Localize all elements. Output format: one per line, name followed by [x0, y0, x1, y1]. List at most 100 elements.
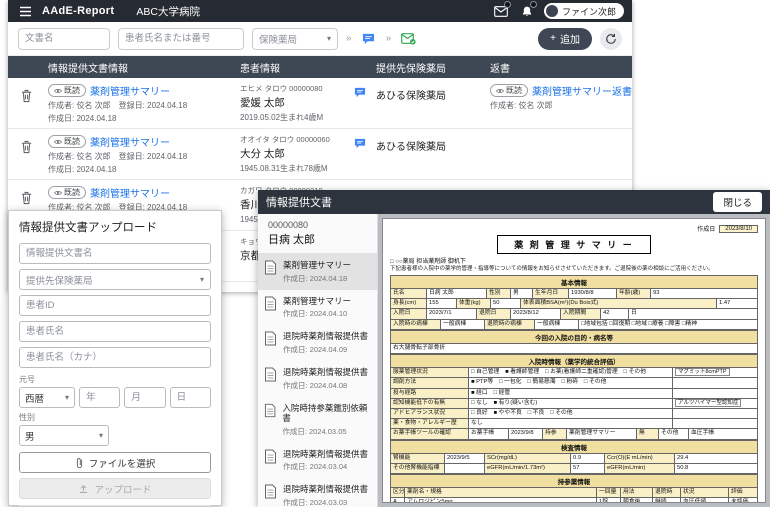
refresh-icon — [606, 33, 616, 44]
basic-row: 身長(cm) 155 体重(kg) 50 体表面積BSA(m²)(Du Bois… — [390, 298, 758, 309]
reply-document-link[interactable]: 薬剤管理サマリー返書 — [532, 83, 632, 98]
document-link[interactable]: 薬剤管理サマリー — [90, 134, 170, 149]
document-viewer-window: 情報提供文書 閉じる 00000080 日病 太郎 薬剤管理サマリー 作成日: 2… — [258, 190, 770, 507]
mail-check-icon — [400, 32, 416, 45]
chevron-down-icon: ▾ — [64, 393, 69, 402]
user-menu[interactable]: ファイン次郎 — [543, 3, 624, 19]
viewer-title: 情報提供文書 — [266, 197, 332, 209]
read-icon — [54, 139, 62, 144]
admission-row: アドヒアランス状況 □ 良好 ■ やや不良 □ 不良 □ その他 — [390, 407, 758, 419]
era-label: 元号 — [19, 375, 35, 384]
patient-kana-input[interactable] — [19, 347, 211, 368]
document-list-item[interactable]: 退院時薬剤情報提供書 作成日: 2024.03.03 — [258, 478, 377, 507]
upload-icon — [80, 485, 88, 493]
document-icon — [265, 367, 276, 382]
notifications-badge — [529, 1, 537, 8]
basic-row: 氏名 日病 太郎 性別 男 生年月日 1930/8/8 年齢(歳) 93 — [390, 287, 758, 299]
gender-select[interactable]: 男 ▾ — [19, 425, 109, 446]
document-list-item[interactable]: 入院時持参薬鑑別依頼書 作成日: 2024.03.05 — [258, 397, 377, 443]
document-link[interactable]: 薬剤管理サマリー — [90, 83, 170, 98]
chat-button[interactable] — [354, 136, 366, 154]
refresh-button[interactable] — [600, 27, 622, 50]
admission-row: 服薬管理状況 □ 自己管理 ■ 看護師管理 □ お薬(看護師二重確認)管理 □ … — [390, 367, 758, 378]
file-select-button[interactable]: ファイルを選択 — [19, 452, 211, 473]
meds-row: A アムロジピン5mg 1錠 朝食後 継続 血圧低値 未評価 — [390, 497, 758, 502]
delete-icon[interactable] — [20, 140, 33, 154]
read-status-badge: 既読 — [490, 84, 528, 97]
notifications-button[interactable] — [518, 1, 537, 19]
add-button[interactable]: + 追加 — [538, 27, 592, 50]
section-meds: 持参薬情報 — [390, 474, 758, 488]
document-icon — [265, 331, 276, 346]
pharmacy-name: あひる保険薬局 — [376, 91, 446, 102]
read-icon — [54, 88, 62, 93]
gender-label: 性別 — [19, 413, 35, 422]
document-list-item[interactable]: 退院時薬剤情報提供書 作成日: 2024.04.08 — [258, 361, 377, 397]
document-list-item[interactable]: 退院時薬剤情報提供書 作成日: 2024.03.04 — [258, 443, 377, 479]
year-input[interactable] — [79, 387, 121, 408]
era-select[interactable]: 西暦 ▾ — [19, 387, 75, 408]
viewer-patient-id: 00000080 — [268, 220, 309, 230]
document-icon — [265, 484, 276, 499]
mail-button[interactable] — [492, 1, 511, 19]
table-row: 既読 薬剤管理サマリー 作成者: 佼名 次郎登録日: 2024.04.18 作成… — [8, 129, 632, 180]
hamburger-icon — [19, 6, 31, 16]
admission-row: 薬・食物・アレルギー歴 なし — [390, 418, 758, 429]
patient-filter-input[interactable] — [118, 27, 244, 50]
delete-icon[interactable] — [20, 191, 33, 205]
avatar — [545, 5, 558, 17]
day-input[interactable] — [169, 387, 211, 408]
tool-row: お薬手帳ツールの確認 お薬手帳 2023/9/8 持参 薬剤管理サマリー 無 そ… — [390, 428, 758, 440]
pharmacy-select[interactable]: 提供先保険薬局 ▾ — [19, 269, 211, 290]
document-list-item[interactable]: 薬剤管理サマリー 作成日: 2024.04.18 — [258, 254, 377, 290]
document-preview: 作成日 2023/8/10 薬 剤 管 理 サ マ リ ー □ ○○薬局 担当薬… — [382, 218, 766, 503]
menu-button[interactable] — [16, 3, 34, 19]
pharmacy-filter-select[interactable]: 保険薬局 ▾ — [252, 27, 338, 50]
upload-button[interactable]: アップロード — [19, 478, 211, 499]
preview-created: 作成日 2023/8/10 — [390, 224, 758, 233]
chevron-down-icon: ▾ — [326, 34, 331, 43]
read-status-badge: 既読 — [48, 135, 86, 148]
chat-icon — [363, 33, 375, 44]
chevron-right-icon: » — [385, 33, 392, 44]
viewer-header: 情報提供文書 閉じる — [258, 190, 770, 214]
chevron-right-icon: » — [346, 33, 352, 44]
doc-name-filter-input[interactable] — [18, 27, 110, 50]
month-input[interactable] — [124, 387, 166, 408]
preview-intro: 下記患者様の入院中の薬学的管理・指導等についての情報をお知らせさせていただきます… — [390, 266, 714, 272]
document-list-item[interactable]: 薬剤管理サマリー 作成日: 2024.04.10 — [258, 290, 377, 326]
section-basic: 基本情報 — [390, 274, 758, 288]
basic-row: 入院日 2023/7/1 退院日 2023/8/12 入院期間 42 日 — [390, 308, 758, 319]
preview-area: 作成日 2023/8/10 薬 剤 管 理 サ マ リ ー □ ○○薬局 担当薬… — [378, 214, 770, 507]
delete-icon[interactable] — [20, 89, 33, 103]
section-admission: 入院時情報（薬学的統合評価） — [390, 354, 758, 368]
doc-name-input[interactable] — [19, 243, 211, 264]
chat-filter-button[interactable] — [360, 31, 378, 47]
preview-title: 薬 剤 管 理 サ マ リ ー — [497, 235, 651, 254]
chevron-down-icon: ▾ — [199, 275, 204, 284]
table-header: 情報提供文書情報 患者情報 提供先保険薬局 返書 — [8, 56, 632, 78]
document-list-item[interactable]: 退院時薬剤情報提供書 作成日: 2024.04.09 — [258, 325, 377, 361]
meds-header-row: 区分 薬剤名・規格 一回量 用法 退院時 状況 評価 — [390, 487, 758, 498]
header-reply: 返書 — [490, 63, 510, 75]
screen: AAdE-Report ABC大学病院 ファイン次郎 保険薬局 ▾ — [0, 0, 770, 507]
table-row: 既読 薬剤管理サマリー 作成者: 佼名 次郎登録日: 2024.04.18 作成… — [8, 78, 632, 129]
chat-button[interactable] — [354, 85, 366, 103]
viewer-close-button[interactable]: 閉じる — [713, 192, 762, 212]
read-status-badge: 既読 — [48, 84, 86, 97]
purpose-row: 右大腿骨転子部骨折 — [390, 342, 758, 355]
document-icon — [265, 296, 276, 311]
dialog-title: 情報提供文書アップロード — [19, 222, 157, 234]
viewer-patient-header: 00000080 日病 太郎 — [258, 214, 377, 254]
section-labs: 検査情報 — [390, 439, 758, 453]
chat-icon — [354, 87, 366, 98]
upload-dialog: 情報提供文書アップロード 提供先保険薬局 ▾ 元号 西暦 ▾ 性別 男 ▾ ファ… — [8, 210, 222, 506]
hospital-name: ABC大学病院 — [136, 5, 200, 18]
patient-id-input[interactable] — [19, 295, 211, 316]
labs-row: 腎機能 2023/9/5 SCr(mg/dL) 0.9 Ccr(O)(E mL/… — [390, 452, 758, 463]
paperclip-icon — [76, 457, 82, 468]
patient-name-input[interactable] — [19, 321, 211, 342]
read-status-badge: 既読 — [48, 186, 86, 199]
sent-mail-filter-button[interactable] — [399, 31, 417, 47]
document-link[interactable]: 薬剤管理サマリー — [90, 185, 170, 200]
